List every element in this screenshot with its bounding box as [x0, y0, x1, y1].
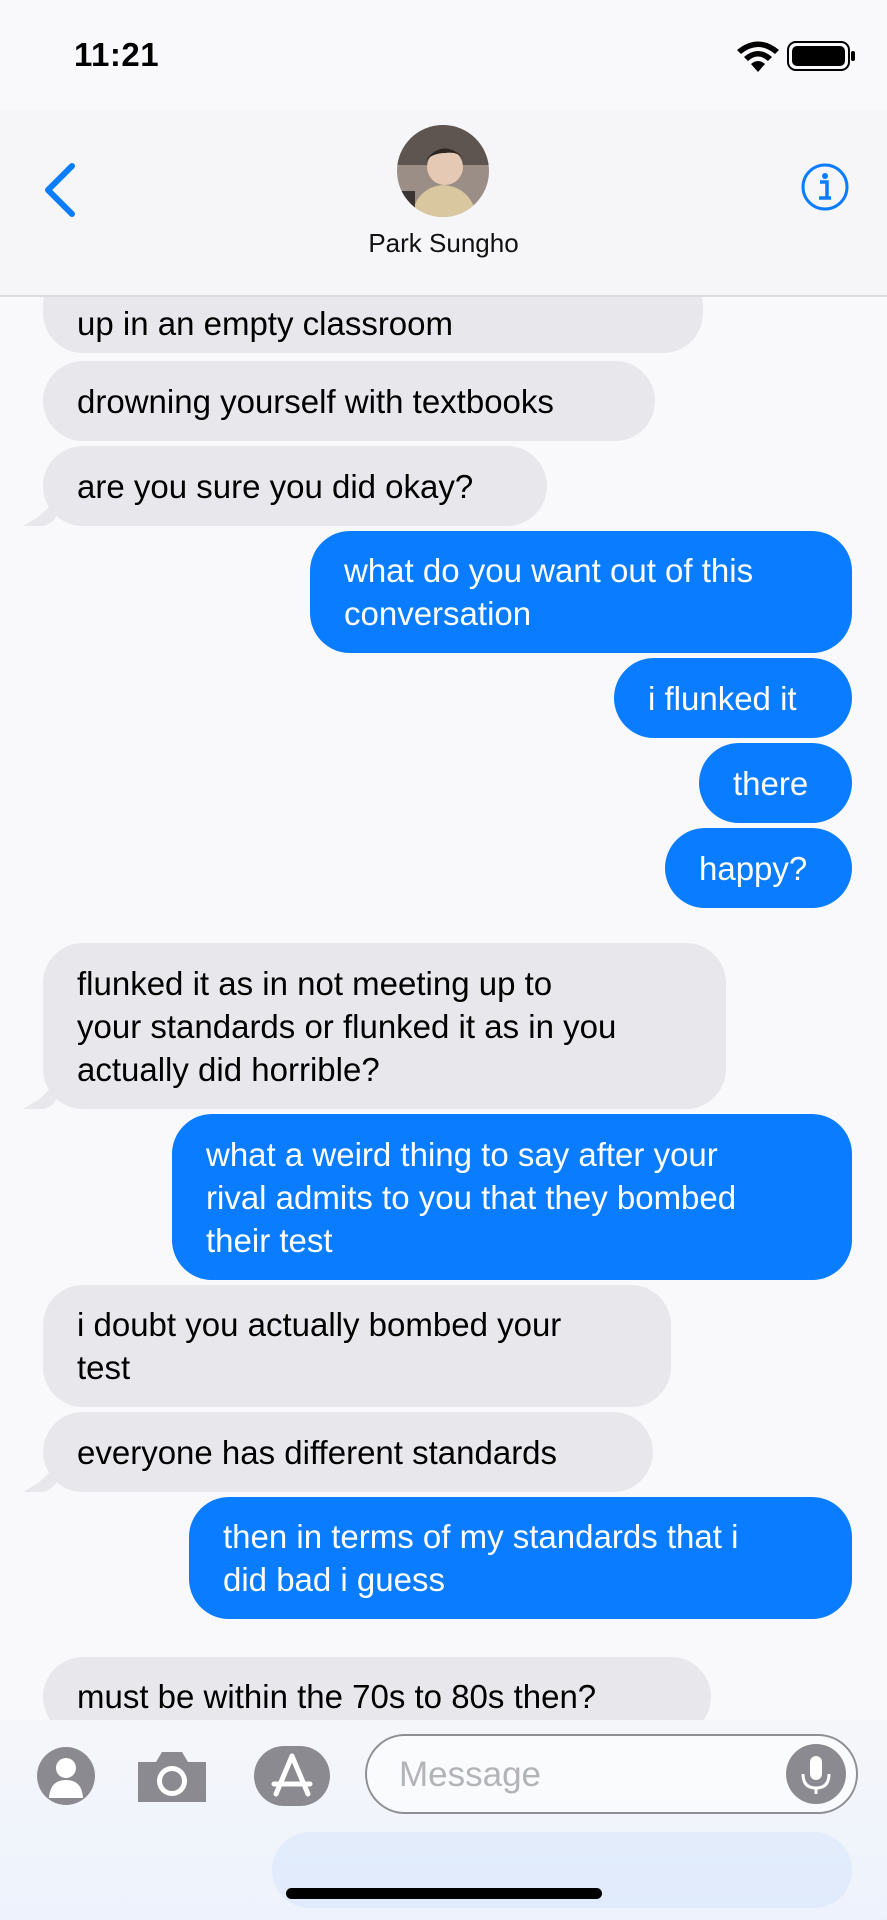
- message-bubble-outgoing[interactable]: i flunked it: [614, 658, 852, 738]
- message-bubble-incoming[interactable]: everyone has different standards: [43, 1412, 653, 1492]
- contacts-icon[interactable]: [36, 1746, 96, 1806]
- message-bubble-incoming[interactable]: are you sure you did okay?: [43, 446, 547, 526]
- wifi-icon: [737, 41, 779, 72]
- battery-icon: [787, 41, 855, 71]
- message-bubble-outgoing[interactable]: happy?: [665, 828, 852, 908]
- avatar[interactable]: [397, 125, 489, 217]
- message-bubble-incoming[interactable]: drowning yourself with textbooks: [43, 361, 655, 441]
- chevron-left-icon[interactable]: [38, 160, 82, 220]
- conversation-header: Park Sungho: [0, 110, 887, 297]
- microphone-icon[interactable]: [786, 1744, 846, 1804]
- home-indicator[interactable]: [286, 1888, 602, 1899]
- message-placeholder: Message: [399, 1755, 542, 1794]
- contact-name[interactable]: Park Sungho: [0, 228, 887, 259]
- message-bubble-incoming[interactable]: i doubt you actually bombed your test: [43, 1285, 671, 1407]
- message-bubble-incoming[interactable]: must be within the 70s to 80s then?: [43, 1657, 711, 1720]
- message-bubble-incoming[interactable]: up in an empty classroom: [43, 297, 703, 353]
- message-thread[interactable]: up in an empty classroom drowning yourse…: [0, 297, 887, 1720]
- status-time: 11:21: [74, 36, 160, 73]
- message-bubble-incoming[interactable]: flunked it as in not meeting up to your …: [43, 943, 726, 1109]
- info-icon[interactable]: [800, 162, 850, 212]
- message-bubble-outgoing[interactable]: what a weird thing to say after your riv…: [172, 1114, 852, 1280]
- camera-icon[interactable]: [134, 1746, 210, 1806]
- app-store-icon[interactable]: [252, 1746, 332, 1806]
- message-bubble-outgoing[interactable]: there: [699, 743, 852, 823]
- message-bubble-outgoing[interactable]: what do you want out of this conversatio…: [310, 531, 852, 653]
- message-input[interactable]: Message: [365, 1734, 858, 1814]
- message-bubble-outgoing[interactable]: then in terms of my standards that i did…: [189, 1497, 852, 1619]
- status-bar: 11:21: [0, 0, 887, 110]
